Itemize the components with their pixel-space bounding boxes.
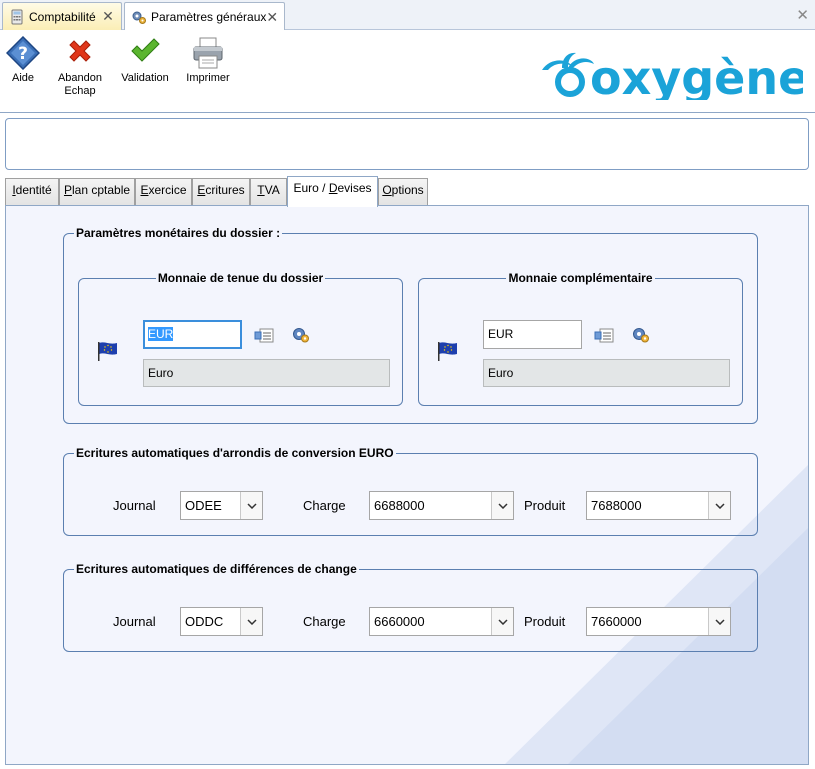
tab-options-key: O bbox=[382, 183, 392, 197]
help-icon: ? bbox=[5, 35, 41, 71]
change-charge-value: 6660000 bbox=[374, 614, 425, 629]
abandon-shortcut-label: Echap bbox=[64, 85, 96, 97]
tab-options-label: ptions bbox=[391, 183, 424, 197]
document-tabs: Comptabilité ✕ Paramètres généraux ✕ ✕ bbox=[0, 0, 815, 31]
tab-plan-label: lan cptable bbox=[71, 183, 131, 197]
chevron-down-icon[interactable] bbox=[240, 492, 262, 519]
arrondis-group: Ecritures automatiques d'arrondis de con… bbox=[63, 446, 758, 536]
change-journal-select[interactable]: ODDC bbox=[180, 607, 263, 636]
arrondis-produit-label: Produit bbox=[524, 498, 566, 513]
tab-identite[interactable]: Identité bbox=[5, 178, 59, 206]
window-close-icon[interactable]: ✕ bbox=[796, 6, 809, 24]
monnaie-complementaire-name-field: Euro bbox=[483, 359, 730, 387]
arrondis-charge-select[interactable]: 6688000 bbox=[369, 491, 514, 520]
oxygene-logo: oxygène bbox=[538, 50, 809, 105]
tab-exercice-label: xercice bbox=[148, 183, 187, 197]
monnaie-tenue-code-input[interactable]: EUR bbox=[143, 320, 242, 349]
monnaie-complementaire-group: Monnaie complémentaire EUR Euro bbox=[418, 271, 743, 406]
chevron-down-icon[interactable] bbox=[708, 608, 730, 635]
doc-tab-parametres-generaux[interactable]: Paramètres généraux ✕ bbox=[124, 2, 285, 31]
close-icon[interactable]: ✕ bbox=[101, 8, 115, 25]
abandon-label: Abandon bbox=[57, 72, 103, 84]
chevron-down-icon[interactable] bbox=[708, 492, 730, 519]
tab-tva-label: VA bbox=[264, 183, 280, 197]
arrondis-produit-value: 7688000 bbox=[591, 498, 642, 513]
doc-tab-label: Paramètres généraux bbox=[151, 10, 267, 24]
arrondis-journal-label: Journal bbox=[113, 498, 156, 513]
calculator-icon bbox=[9, 9, 25, 25]
logo-text: oxygène bbox=[590, 51, 803, 100]
change-title: Ecritures automatiques de différences de… bbox=[74, 562, 359, 576]
monnaie-complementaire-code-value: EUR bbox=[488, 327, 514, 341]
arrondis-journal-select[interactable]: ODEE bbox=[180, 491, 263, 520]
tab-ecritures[interactable]: Ecritures bbox=[192, 178, 250, 206]
change-group: Ecritures automatiques de différences de… bbox=[63, 562, 758, 652]
doc-tab-comptabilite[interactable]: Comptabilité ✕ bbox=[2, 2, 122, 30]
abandon-button[interactable]: Abandon Echap bbox=[55, 36, 105, 98]
change-produit-label: Produit bbox=[524, 614, 566, 629]
monnaie-tenue-title-wrap: Monnaie de tenue du dossier bbox=[79, 271, 402, 285]
tab-ecritures-label: critures bbox=[205, 183, 245, 197]
aide-button[interactable]: ? Aide bbox=[4, 35, 42, 85]
aide-label: Aide bbox=[11, 72, 35, 84]
monnaie-complementaire-title-wrap: Monnaie complémentaire bbox=[419, 271, 742, 285]
eu-flag-icon bbox=[97, 340, 119, 362]
close-icon[interactable]: ✕ bbox=[266, 9, 278, 26]
monnaie-tenue-title: Monnaie de tenue du dossier bbox=[155, 271, 326, 285]
tab-euro-key: D bbox=[328, 181, 338, 195]
imprimer-button[interactable]: Imprimer bbox=[184, 36, 232, 85]
change-charge-select[interactable]: 6660000 bbox=[369, 607, 514, 636]
tab-exercice-key: E bbox=[140, 183, 149, 197]
change-journal-value: ODDC bbox=[185, 614, 224, 629]
list-lookup-icon[interactable] bbox=[594, 326, 614, 344]
eu-flag-icon bbox=[437, 340, 459, 362]
tab-euro-label: evises bbox=[337, 181, 372, 195]
tab-tva-key: T bbox=[257, 183, 265, 197]
tab-options[interactable]: Options bbox=[378, 178, 428, 206]
change-journal-label: Journal bbox=[113, 614, 156, 629]
monnaie-tenue-name-field: Euro bbox=[143, 359, 390, 387]
validation-label: Validation bbox=[121, 72, 169, 84]
arrondis-produit-select[interactable]: 7688000 bbox=[586, 491, 731, 520]
tab-euro-pre: Euro / bbox=[293, 181, 329, 195]
tab-tva[interactable]: TVA bbox=[250, 178, 287, 206]
doc-tab-label: Comptabilité bbox=[29, 9, 96, 24]
monnaie-complementaire-code-input[interactable]: EUR bbox=[483, 320, 582, 349]
change-produit-select[interactable]: 7660000 bbox=[586, 607, 731, 636]
monnaie-tenue-code-value: EUR bbox=[148, 327, 174, 341]
change-produit-value: 7660000 bbox=[591, 614, 642, 629]
arrondis-journal-value: ODEE bbox=[185, 498, 222, 513]
cancel-x-icon bbox=[63, 36, 97, 70]
header-panel bbox=[5, 118, 809, 170]
monnaie-complementaire-name-value: Euro bbox=[488, 366, 514, 380]
monnaie-tenue-group: Monnaie de tenue du dossier EUR Euro bbox=[78, 271, 403, 406]
monnaie-tenue-name-value: Euro bbox=[148, 366, 174, 380]
gears-icon bbox=[131, 9, 147, 25]
arrondis-title: Ecritures automatiques d'arrondis de con… bbox=[74, 446, 396, 460]
params-monetaires-group: Paramètres monétaires du dossier : Monna… bbox=[63, 226, 758, 424]
euro-devises-panel: Paramètres monétaires du dossier : Monna… bbox=[5, 205, 809, 765]
validation-button[interactable]: Validation bbox=[118, 36, 172, 85]
tab-euro-devises[interactable]: Euro / Devises bbox=[287, 176, 378, 207]
tab-plan-key: P bbox=[63, 183, 72, 197]
monnaie-complementaire-title: Monnaie complémentaire bbox=[506, 271, 655, 285]
settings-gear-icon[interactable] bbox=[291, 326, 311, 344]
imprimer-label: Imprimer bbox=[186, 72, 230, 84]
toolbar: ? Aide Abandon Echap Validation Imprimer bbox=[0, 30, 815, 113]
settings-gear-icon[interactable] bbox=[631, 326, 651, 344]
list-lookup-icon[interactable] bbox=[254, 326, 274, 344]
change-charge-label: Charge bbox=[303, 614, 346, 629]
printer-icon bbox=[191, 36, 225, 70]
tab-exercice[interactable]: Exercice bbox=[135, 178, 192, 206]
tab-plan-cptable[interactable]: Plan cptable bbox=[59, 178, 135, 206]
chevron-down-icon[interactable] bbox=[491, 608, 513, 635]
tab-identite-label: dentité bbox=[15, 183, 52, 197]
chevron-down-icon[interactable] bbox=[491, 492, 513, 519]
checkmark-icon bbox=[128, 36, 162, 70]
params-monetaires-title: Paramètres monétaires du dossier : bbox=[74, 226, 283, 240]
arrondis-charge-label: Charge bbox=[303, 498, 346, 513]
chevron-down-icon[interactable] bbox=[240, 608, 262, 635]
arrondis-charge-value: 6688000 bbox=[374, 498, 425, 513]
svg-text:?: ? bbox=[18, 44, 28, 64]
